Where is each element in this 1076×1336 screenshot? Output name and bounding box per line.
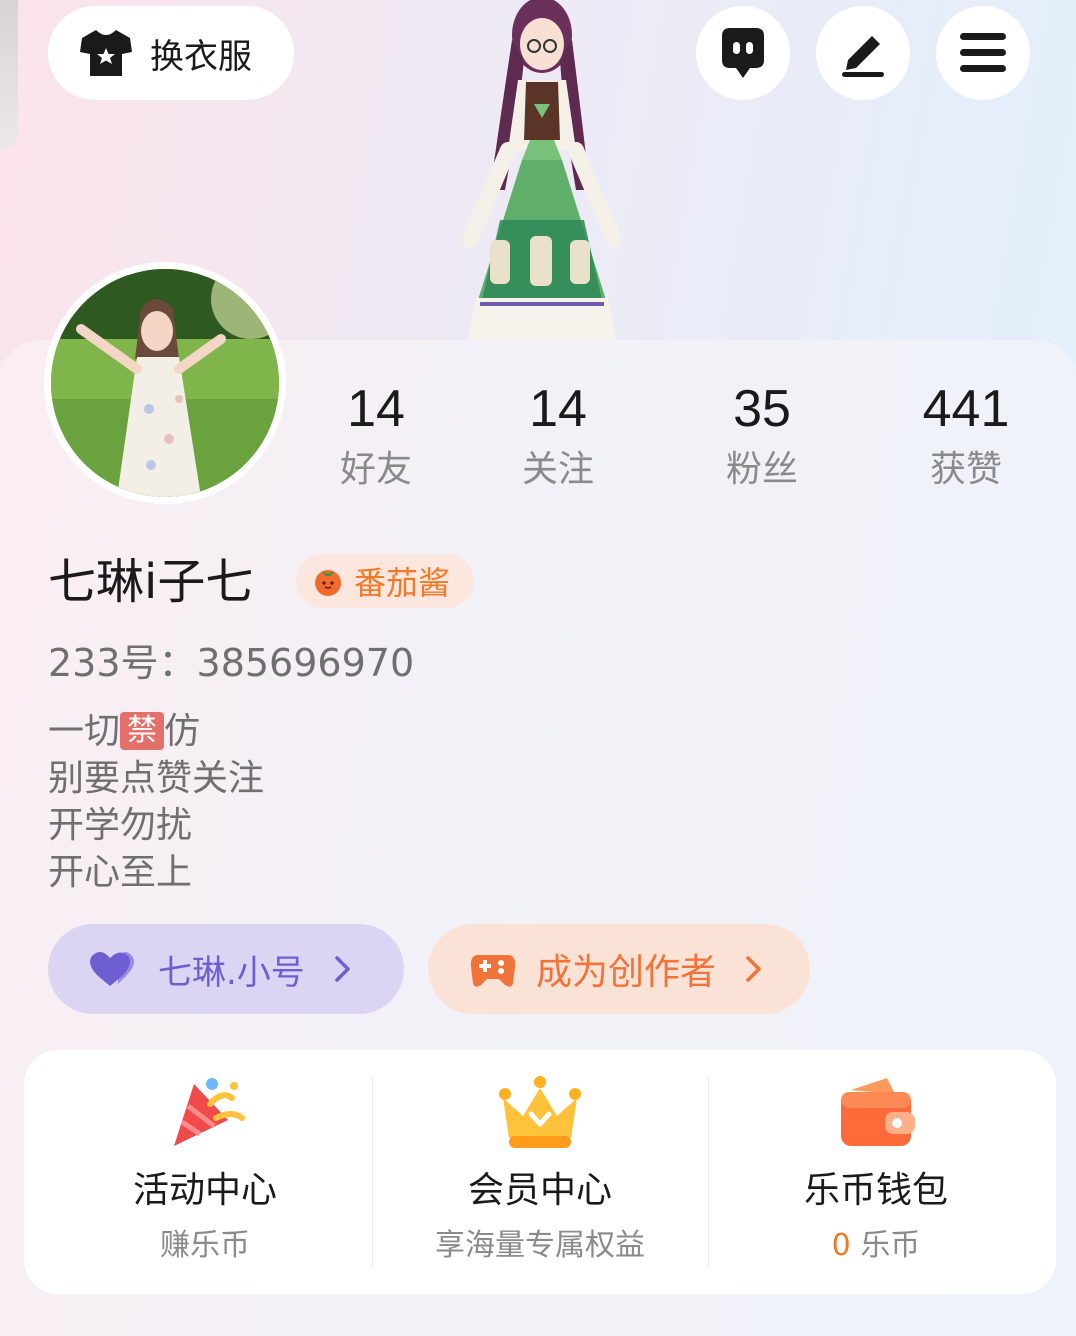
menu-button[interactable] (936, 6, 1030, 100)
change-outfit-button[interactable]: 换衣服 (48, 6, 294, 100)
stat-following[interactable]: 14 关注 (478, 378, 638, 492)
chevron-right-icon (335, 956, 350, 982)
service-subtitle: 享海量专属权益 (435, 1228, 645, 1263)
avatar-photo (51, 269, 279, 497)
tomato-icon (315, 570, 341, 596)
become-creator-label: 成为创作者 (536, 952, 717, 993)
bio-line-1: 一切禁仿 (48, 708, 264, 755)
stat-label: 粉丝 (725, 449, 798, 490)
edit-profile-button[interactable] (816, 6, 910, 100)
uid-label: 233号： (48, 641, 197, 685)
bio-line-1-suffix: 仿 (164, 711, 201, 752)
tomato-tag-badge[interactable]: 番茄酱 (296, 554, 474, 608)
stat-value: 14 (347, 380, 405, 438)
coin-balance: 0 (831, 1228, 851, 1263)
avatar-3d-character[interactable] (430, 0, 650, 340)
alt-account-button[interactable]: 七琳.小号 (48, 924, 404, 1014)
services-panel: 活动中心 赚乐币 会员中心 享海量专属权益 乐币钱包 0 乐币 (24, 1050, 1056, 1294)
stat-value: 35 (733, 380, 791, 438)
stat-value: 14 (529, 380, 587, 438)
stat-label: 获赞 (929, 449, 1002, 490)
bio-line-1-prefix: 一切 (48, 711, 121, 752)
alt-account-label: 七琳.小号 (158, 952, 305, 993)
profile-avatar[interactable] (44, 262, 286, 504)
bio-line-2: 别要点赞关注 (48, 758, 265, 799)
username: 七琳i子七 (48, 554, 254, 610)
vip-center-entry[interactable]: 会员中心 享海量专属权益 (373, 1050, 707, 1294)
tag-label: 番茄酱 (354, 564, 451, 602)
coin-unit: 乐币 (860, 1228, 921, 1263)
crown-icon (499, 1076, 581, 1148)
user-bio: 一切禁仿 别要点赞关注 开学勿扰 开心至上 (48, 708, 264, 896)
bio-line-4: 开心至上 (48, 852, 193, 893)
gamepad-icon (470, 955, 516, 987)
double-heart-icon (90, 952, 134, 986)
service-title: 乐币钱包 (803, 1170, 948, 1211)
shirt-icon (80, 30, 132, 76)
wallet-icon (841, 1078, 915, 1146)
chat-bubble-icon (722, 28, 764, 78)
forbid-badge-icon: 禁 (120, 712, 165, 750)
coin-wallet-entry[interactable]: 乐币钱包 0 乐币 (709, 1050, 1043, 1294)
messages-button[interactable] (696, 6, 790, 100)
edit-pen-icon (842, 36, 884, 77)
user-id: 233号：385696970 (48, 638, 414, 688)
stat-likes[interactable]: 441 获赞 (886, 378, 1046, 492)
activity-center-entry[interactable]: 活动中心 赚乐币 (38, 1050, 372, 1294)
stat-value: 441 (922, 380, 1010, 438)
stat-label: 关注 (521, 449, 594, 490)
uid-value: 385696970 (196, 641, 415, 685)
side-edge (0, 0, 18, 150)
menu-icon (960, 33, 1006, 72)
bio-line-3: 开学勿扰 (48, 805, 193, 846)
service-subtitle: 0 乐币 (709, 1226, 1043, 1266)
service-title: 会员中心 (467, 1170, 612, 1211)
service-title: 活动中心 (132, 1170, 277, 1211)
party-popper-icon (174, 1078, 245, 1146)
service-subtitle: 赚乐币 (160, 1228, 250, 1263)
become-creator-button[interactable]: 成为创作者 (428, 924, 810, 1014)
change-outfit-label: 换衣服 (150, 36, 252, 77)
stat-friends[interactable]: 14 好友 (296, 378, 456, 492)
stat-label: 好友 (339, 449, 412, 490)
stat-fans[interactable]: 35 粉丝 (682, 378, 842, 492)
chevron-right-icon (746, 956, 761, 982)
